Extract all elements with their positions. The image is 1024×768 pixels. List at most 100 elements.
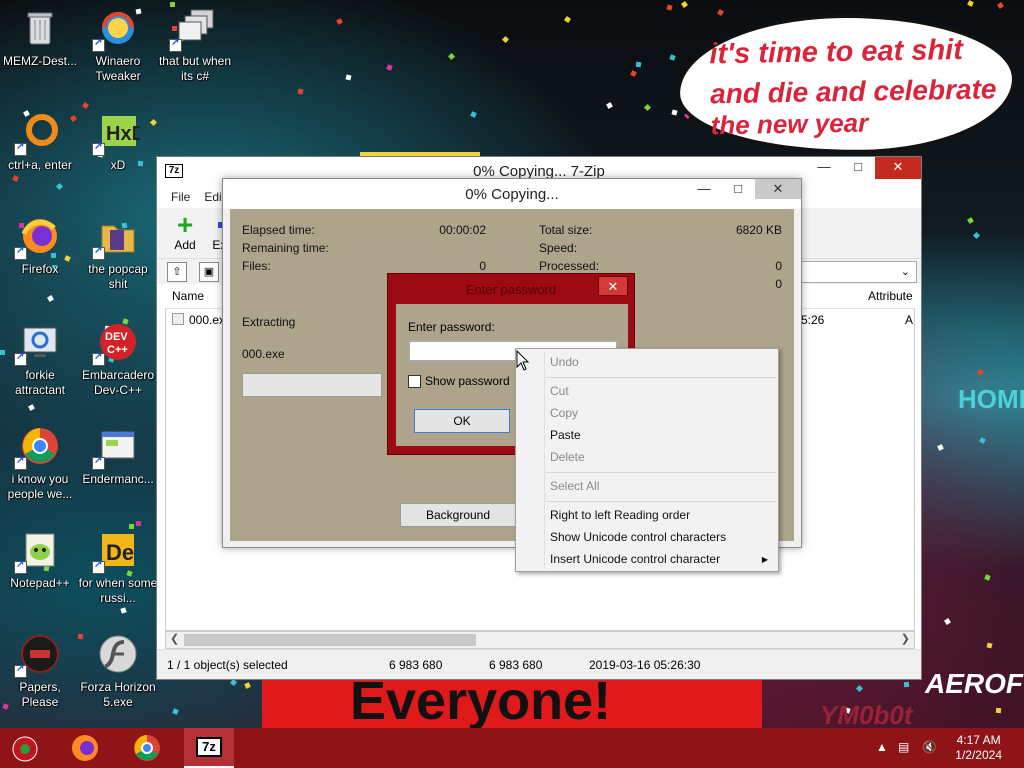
column-header-name[interactable]: Name [172, 289, 204, 303]
elapsed-value: 00:00:02 [439, 223, 486, 237]
shortcut-arrow-icon [14, 141, 27, 156]
menu-item-paste[interactable]: Paste [550, 428, 581, 442]
start-orb-icon [12, 736, 38, 762]
desktop-icon-firefox[interactable]: Firefox [0, 214, 80, 277]
desktop-icon-winaero[interactable]: Winaero Tweaker [78, 6, 158, 84]
taskbar-clock[interactable]: 4:17 AM 1/2/2024 [955, 733, 1002, 763]
close-button[interactable]: ✕ [598, 276, 628, 296]
desktop-icon-russian[interactable]: De for when some russi... [78, 528, 158, 606]
desktop-icon-endermanch[interactable]: Endermanc... [78, 424, 158, 487]
confetti-decoration [630, 70, 637, 77]
menu-item-show-unicode[interactable]: Show Unicode control characters [550, 530, 726, 544]
confetti-decoration [937, 444, 944, 451]
minimize-button[interactable]: — [687, 179, 721, 201]
show-hidden-icons[interactable]: ▲ [876, 740, 888, 754]
checkbox-box[interactable] [408, 374, 421, 388]
column-header-attributes[interactable]: Attribute [868, 289, 913, 303]
volume-muted-icon[interactable]: 🔇 [922, 740, 937, 754]
ok-button[interactable]: OK [414, 409, 510, 433]
confetti-decoration [666, 4, 673, 11]
taskbar-firefox[interactable] [60, 728, 110, 768]
desktop-icon-devcpp[interactable]: DEVC++ Embarcadero Dev-C++ [78, 320, 158, 398]
menu-separator [546, 472, 776, 473]
menu-item-delete[interactable]: Delete [550, 450, 585, 464]
meme-line-2: and die and celebrate [709, 73, 997, 110]
confetti-decoration [984, 574, 991, 581]
start-button[interactable] [0, 728, 50, 768]
taskbar-chrome[interactable] [122, 728, 172, 768]
confetti-decoration [244, 682, 251, 689]
desktop-icon-forkie[interactable]: forkie attractant [0, 320, 80, 398]
desktop-icon-notepadpp[interactable]: Notepad++ [0, 528, 80, 591]
confetti-decoration [635, 61, 642, 68]
desktop-icon-csharp[interactable]: that but when its c# [155, 6, 235, 84]
menu-item-copy[interactable]: Copy [550, 406, 578, 420]
confetti-decoration [386, 64, 393, 71]
horizontal-scrollbar[interactable]: ❮ ❯ [165, 631, 915, 649]
maximize-button[interactable]: □ [841, 157, 875, 179]
confetti-decoration [297, 88, 304, 95]
current-file: 000.exe [242, 347, 285, 361]
desktop-icon-chrome-shortcut[interactable]: i know you people we... [0, 424, 80, 502]
desktop-icon-label: Firefox [21, 262, 59, 276]
scroll-right-icon[interactable]: ❯ [901, 632, 910, 645]
menu-separator [546, 501, 776, 502]
confetti-decoration [470, 111, 477, 118]
archive-icon[interactable]: ▣ [199, 262, 219, 282]
minimize-button[interactable]: — [807, 157, 841, 179]
meme-speech-bubble: it's time to eat shit and die and celebr… [674, 11, 1018, 157]
confetti-decoration [447, 52, 456, 61]
scroll-left-icon[interactable]: ❮ [170, 632, 179, 645]
network-icon[interactable]: ▤ [898, 740, 909, 754]
confetti-decoration [986, 642, 993, 649]
up-folder-icon[interactable]: ⇧ [167, 262, 187, 282]
firefox-icon [14, 214, 62, 260]
shortcut-arrow-icon [14, 663, 27, 678]
confetti-decoration [345, 74, 352, 81]
speed-label: Speed: [539, 241, 578, 255]
shortcut-arrow-icon [92, 455, 105, 470]
dialog-titlebar[interactable]: Enter password ✕ [388, 274, 634, 302]
papers-please-icon [14, 632, 62, 678]
clock-time: 4:17 AM [956, 733, 1001, 747]
close-button[interactable]: ✕ [755, 179, 801, 199]
desktop-icon-label: for when some russi... [78, 576, 158, 605]
confetti-decoration [997, 2, 1004, 9]
menu-item-rtl-reading[interactable]: Right to left Reading order [550, 508, 690, 522]
menu-file[interactable]: File [171, 190, 190, 204]
de-box-icon: De [92, 528, 140, 574]
desktop-icon-xd[interactable]: HxD xD [78, 110, 158, 173]
taskbar: 7z ▲ ▤ 🔇 4:17 AM 1/2/2024 [0, 728, 1024, 768]
menu-item-select-all[interactable]: Select All [550, 479, 599, 493]
desktop-icon-ctrl-a[interactable]: ctrl+a, enter [0, 110, 80, 173]
shortcut-arrow-icon [169, 37, 182, 52]
show-password-checkbox[interactable]: Show password [408, 374, 510, 388]
desktop-icon-label: ctrl+a, enter [8, 158, 72, 172]
scrollbar-thumb[interactable] [184, 634, 476, 646]
desktop-icon-papers-please[interactable]: Papers, Please [0, 632, 80, 710]
dialog-titlebar[interactable]: 0% Copying... — □ ✕ [223, 179, 801, 209]
taskbar-7zip[interactable]: 7z [184, 728, 234, 768]
desktop-icon-label: forkie attractant [14, 368, 66, 397]
confetti-decoration [172, 708, 179, 715]
maximize-button[interactable]: □ [721, 179, 755, 201]
confetti-decoration [501, 35, 510, 44]
desktop-icon-memz[interactable]: MEMZ-Dest... [0, 6, 80, 69]
desktop-icon-forza[interactable]: Forza Horizon 5.exe [78, 632, 158, 710]
background-text-home: HOME [958, 384, 1024, 414]
total-size-value: 6820 KB [735, 223, 782, 237]
text-context-menu[interactable]: Undo Cut Copy Paste Delete Select All Ri… [515, 348, 779, 572]
menu-item-cut[interactable]: Cut [550, 384, 569, 398]
menu-item-undo[interactable]: Undo [550, 355, 579, 369]
progress-bar [242, 373, 382, 397]
desktop-icon-label: Endermanc... [82, 472, 154, 486]
shortcut-arrow-icon [14, 455, 27, 470]
add-button[interactable]: + Add [165, 211, 205, 253]
shortcut-arrow-icon [92, 351, 105, 366]
desktop-icon-popcap[interactable]: the popcap shit [78, 214, 158, 292]
menu-item-insert-unicode[interactable]: Insert Unicode control character [550, 552, 720, 566]
background-button[interactable]: Background [400, 503, 516, 527]
file-icon [172, 313, 184, 325]
close-button[interactable]: ✕ [875, 157, 921, 179]
status-bar: 1 / 1 object(s) selected 6 983 680 6 983… [157, 649, 921, 679]
